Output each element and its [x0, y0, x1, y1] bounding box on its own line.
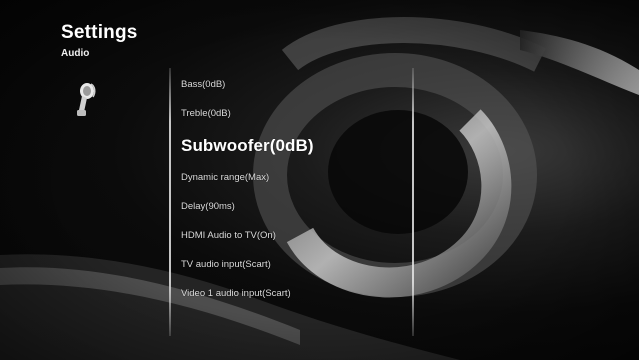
left-divider — [169, 68, 171, 336]
page-subtitle: Audio — [61, 48, 90, 59]
audio-settings-icon — [77, 83, 96, 116]
menu-item-hdmi-audio[interactable]: HDMI Audio to TV(On) — [181, 221, 314, 250]
background-artwork — [0, 17, 639, 360]
audio-settings-menu: Bass(0dB) Treble(0dB) Subwoofer(0dB) Dyn… — [181, 70, 314, 308]
menu-item-bass[interactable]: Bass(0dB) — [181, 70, 314, 99]
menu-item-delay[interactable]: Delay(90ms) — [181, 192, 314, 221]
menu-item-tv-audio-input[interactable]: TV audio input(Scart) — [181, 250, 314, 279]
menu-item-treble[interactable]: Treble(0dB) — [181, 99, 314, 128]
menu-item-subwoofer[interactable]: Subwoofer(0dB) — [181, 128, 314, 163]
audio-settings-screen: Settings Audio Bass(0dB) Treble(0dB) Sub… — [0, 0, 639, 360]
page-title: Settings — [61, 22, 138, 43]
right-divider — [412, 68, 414, 336]
menu-item-video1-audio-input[interactable]: Video 1 audio input(Scart) — [181, 279, 314, 308]
menu-item-dynamic-range[interactable]: Dynamic range(Max) — [181, 163, 314, 192]
